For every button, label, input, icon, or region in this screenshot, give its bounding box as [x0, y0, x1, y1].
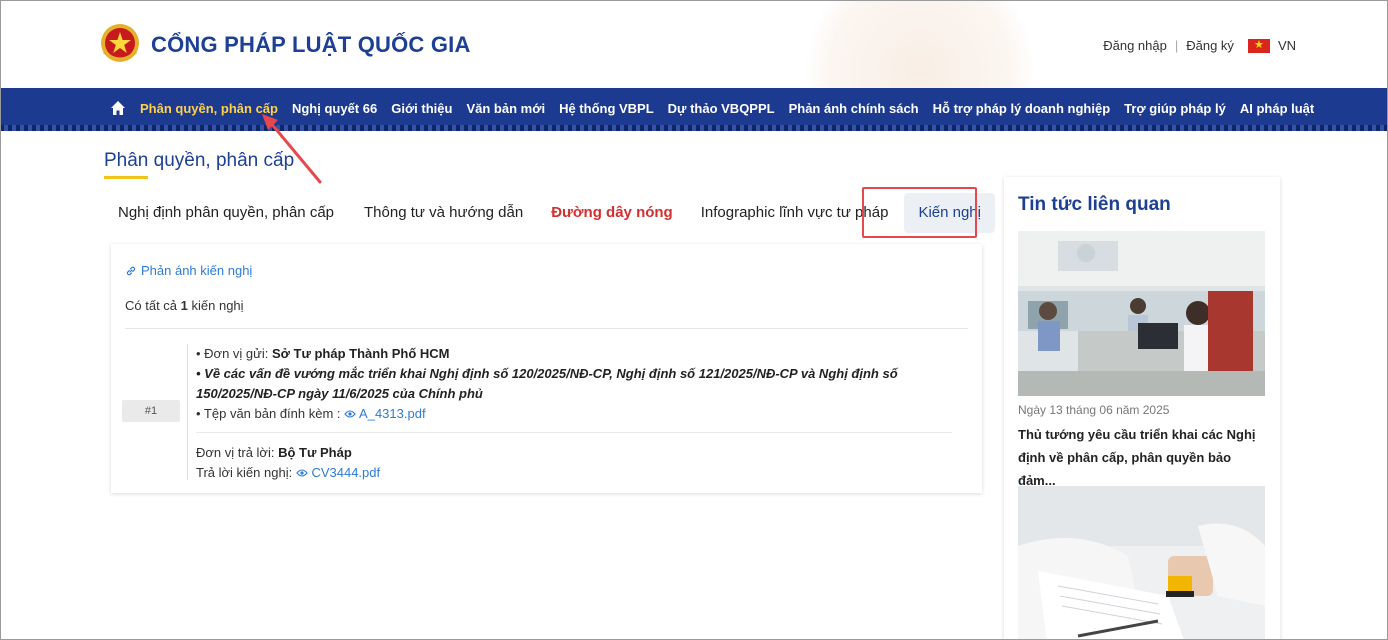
news-title[interactable]: Thủ tướng yêu cầu triển khai các Nghị đị…: [1018, 423, 1264, 492]
record-divider: [196, 432, 952, 433]
vietnam-flag-icon[interactable]: [1247, 38, 1270, 53]
link-icon: [126, 266, 136, 275]
login-link[interactable]: Đăng nhập: [1103, 38, 1167, 53]
attachment-file-name[interactable]: A_4313.pdf: [359, 406, 426, 421]
national-emblem-icon[interactable]: [98, 22, 142, 64]
annotation-highlight-box: [862, 187, 977, 238]
sidebar-title: Tin tức liên quan: [1018, 194, 1171, 215]
count-value: 1: [180, 298, 188, 313]
reply-file-name[interactable]: CV3444.pdf: [311, 465, 380, 480]
reply-label: Trả lời kiến nghị:: [196, 465, 293, 480]
sender-row: • Đơn vị gửi: Sở Tư pháp Thành Phố HCM: [196, 344, 967, 364]
news-date: Ngày 13 tháng 06 năm 2025: [1018, 403, 1170, 417]
tab-duong-day-nong[interactable]: Đường dây nóng: [537, 193, 687, 233]
eye-icon: [344, 410, 356, 418]
attachment-row: • Tệp văn bản đính kèm : A_4313.pdf: [196, 404, 967, 424]
main-navigation: Phân quyền, phân cấp Nghị quyết 66 Giới …: [0, 88, 1388, 131]
auth-links: Đăng nhập | Đăng ký VN: [1103, 38, 1296, 54]
record-index-badge: #1: [122, 400, 180, 422]
site-header: CỔNG PHÁP LUẬT QUỐC GIA Đăng nhập | Đăng…: [0, 0, 1388, 88]
language-label[interactable]: VN: [1278, 38, 1296, 53]
title-underline: [104, 176, 148, 179]
nav-item-gioi-thieu[interactable]: Giới thiệu: [391, 101, 452, 116]
tab-nghi-dinh[interactable]: Nghị định phân quyền, phân cấp: [104, 193, 348, 233]
feedback-link[interactable]: Phản ánh kiến nghị: [125, 263, 252, 278]
nav-item-he-thong-vbpl[interactable]: Hệ thống VBPL: [559, 101, 654, 116]
sender-label: • Đơn vị gửi:: [196, 346, 269, 361]
attachment-file-link[interactable]: A_4313.pdf: [344, 406, 426, 421]
recommendation-subject: • Về các vấn đề vướng mắc triển khai Ngh…: [196, 366, 898, 401]
divider: [125, 328, 968, 329]
nav-item-ai-phap-luat[interactable]: AI pháp luật: [1240, 101, 1314, 116]
nav-item-tro-giup-phap-ly[interactable]: Trợ giúp pháp lý: [1124, 101, 1226, 116]
responder-row: Đơn vị trả lời: Bộ Tư Pháp: [196, 443, 967, 463]
eye-icon: [296, 469, 308, 477]
nav-item-van-ban-moi[interactable]: Văn bản mới: [466, 101, 545, 116]
annotation-arrow-icon: [262, 114, 322, 184]
feedback-link-label[interactable]: Phản ánh kiến nghị: [141, 263, 252, 278]
site-title[interactable]: CỔNG PHÁP LUẬT QUỐC GIA: [151, 32, 471, 58]
count-suffix: kiến nghị: [191, 298, 244, 313]
home-icon[interactable]: [110, 100, 126, 116]
recommendation-count: Có tất cả 1 kiến nghị: [125, 298, 244, 313]
nav-item-du-thao-vbqppl[interactable]: Dự thảo VBQPPL: [668, 101, 775, 116]
recommendations-card: Phản ánh kiến nghị Có tất cả 1 kiến nghị…: [111, 244, 982, 493]
count-prefix: Có tất cả: [125, 298, 178, 313]
reply-row: Trả lời kiến nghị: CV3444.pdf: [196, 463, 967, 483]
header-watermark: [790, 0, 1050, 88]
news-thumbnail-office[interactable]: [1018, 231, 1265, 396]
responder-value: Bộ Tư Pháp: [278, 445, 352, 460]
auth-separator: |: [1174, 38, 1179, 53]
attachment-label: • Tệp văn bản đính kèm :: [196, 406, 341, 421]
nav-decorative-border: [0, 125, 1388, 131]
register-link[interactable]: Đăng ký: [1186, 38, 1234, 53]
tab-thong-tu[interactable]: Thông tư và hướng dẫn: [350, 193, 537, 233]
reply-file-link[interactable]: CV3444.pdf: [296, 465, 380, 480]
responder-label: Đơn vị trả lời:: [196, 445, 275, 460]
nav-item-ho-tro-phap-ly[interactable]: Hỗ trợ pháp lý doanh nghiệp: [933, 101, 1111, 116]
nav-item-phan-anh-chinh-sach[interactable]: Phản ánh chính sách: [789, 101, 919, 116]
recommendation-record: • Đơn vị gửi: Sở Tư pháp Thành Phố HCM •…: [187, 344, 967, 480]
related-news-sidebar: Tin tức liên quan Ngày 13 tháng 06 năm 2…: [1004, 177, 1280, 640]
news-thumbnail-signing[interactable]: [1018, 486, 1265, 640]
sender-value: Sở Tư pháp Thành Phố HCM: [271, 346, 450, 361]
